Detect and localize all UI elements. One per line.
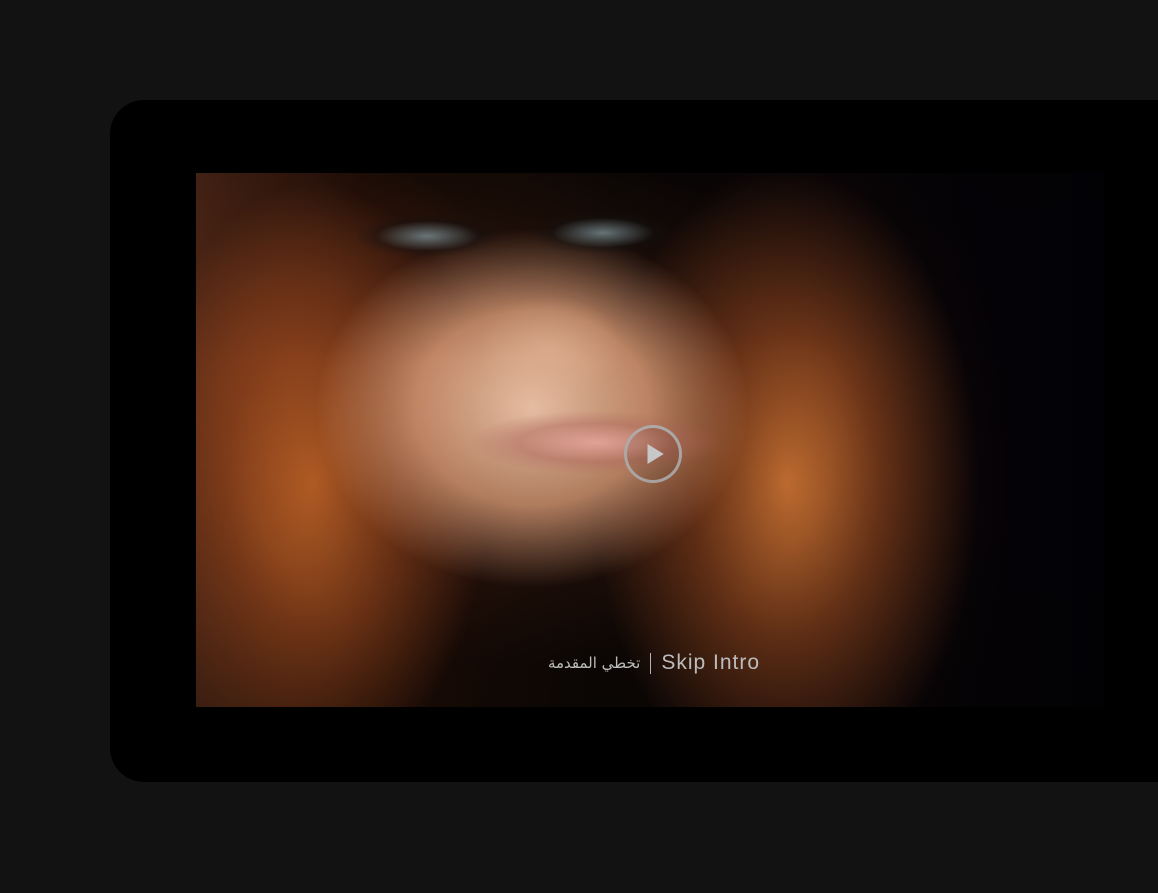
play-button[interactable]	[624, 425, 682, 483]
page: تخطي المقدمة Skip Intro	[0, 0, 1158, 893]
skip-intro-divider	[650, 652, 652, 674]
video-screen: تخطي المقدمة Skip Intro	[196, 173, 1104, 707]
skip-intro-button[interactable]: تخطي المقدمة Skip Intro	[534, 651, 774, 675]
skip-intro-arabic-label: تخطي المقدمة	[547, 654, 641, 672]
play-icon	[647, 444, 664, 464]
device-frame: تخطي المقدمة Skip Intro	[110, 100, 1158, 782]
skip-intro-english-label: Skip Intro	[661, 651, 761, 674]
